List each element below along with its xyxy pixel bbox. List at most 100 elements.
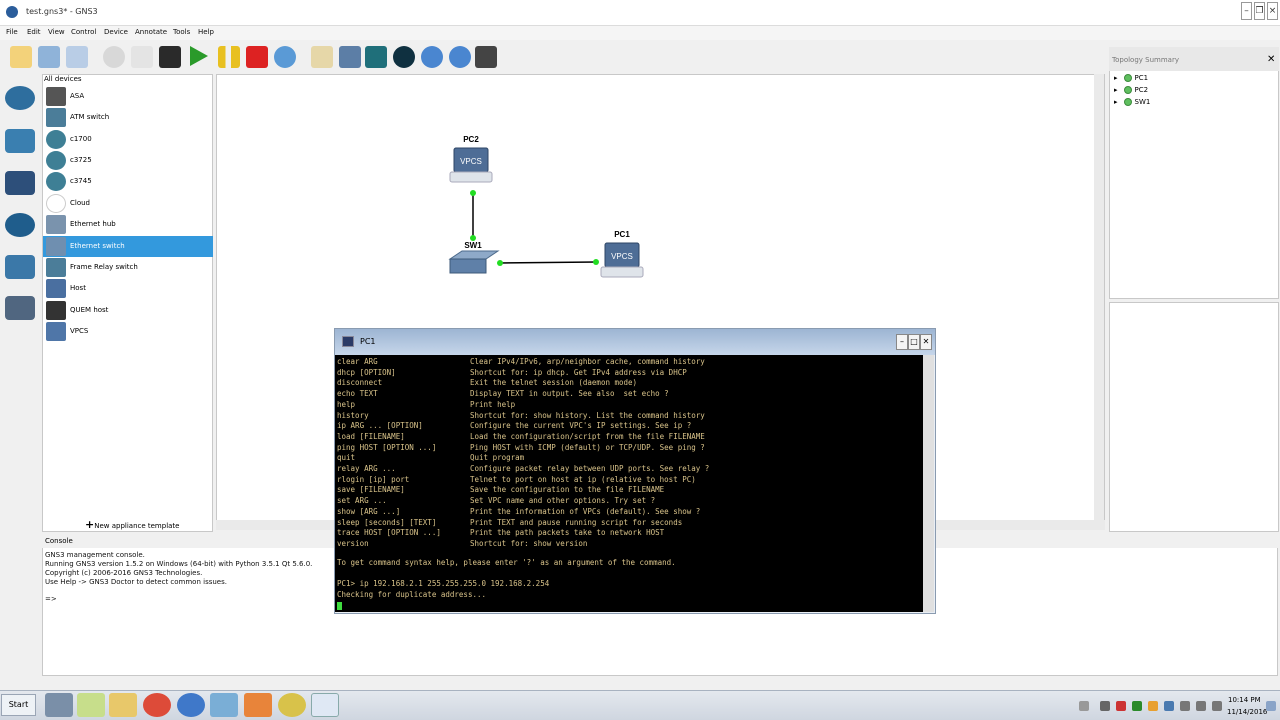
end-devices-icon[interactable] — [5, 171, 35, 195]
terminal-minimize-button[interactable]: – — [896, 334, 908, 350]
topology-item-pc2[interactable]: ▸ PC2 — [1114, 86, 1148, 94]
network-icon[interactable] — [177, 693, 205, 717]
device-quem-host[interactable]: QUEM host — [43, 300, 213, 321]
menu-edit[interactable]: Edit — [27, 28, 41, 36]
cloud-icon — [46, 194, 66, 213]
insert-picture-icon[interactable] — [339, 46, 361, 68]
draw-ellipse-icon[interactable] — [393, 46, 415, 68]
tray-icon[interactable] — [1132, 701, 1142, 711]
topology-item-pc1[interactable]: ▸ PC1 — [1114, 74, 1148, 82]
start-button[interactable]: Start — [1, 694, 36, 716]
new-appliance-button[interactable]: +New appliance template — [85, 518, 179, 531]
device-asa[interactable]: ASA — [43, 86, 213, 107]
suspend-all-icon[interactable] — [218, 46, 240, 68]
putty-taskbar-icon[interactable] — [311, 693, 339, 717]
tray-icon[interactable] — [1164, 701, 1174, 711]
switches-icon[interactable] — [5, 129, 35, 153]
zoom-in-icon[interactable] — [421, 46, 443, 68]
node-sw1[interactable]: SW1 — [448, 241, 500, 274]
add-note-icon[interactable] — [311, 46, 333, 68]
close-button[interactable]: × — [1267, 2, 1278, 20]
menu-view[interactable]: View — [48, 28, 65, 36]
menu-file[interactable]: File — [6, 28, 18, 36]
computer-icon[interactable] — [45, 693, 73, 717]
terminal-command-description: Set VPC name and other options. Try set … — [470, 496, 656, 506]
chrome-icon[interactable] — [143, 693, 171, 717]
tray-icon[interactable] — [1079, 701, 1089, 711]
volume-icon[interactable] — [1196, 701, 1206, 711]
show-desktop-icon[interactable] — [1266, 701, 1276, 711]
menu-help[interactable]: Help — [198, 28, 214, 36]
canvas-vertical-scrollbar[interactable] — [1094, 74, 1104, 524]
link-sw1-pc1[interactable] — [499, 261, 598, 264]
device-atm-switch[interactable]: ATM switch — [43, 107, 213, 128]
tray-icon[interactable] — [1100, 701, 1110, 711]
device-ethernet-switch[interactable]: Ethernet switch — [43, 236, 213, 257]
save-project-icon[interactable] — [66, 46, 88, 68]
tool-icon[interactable] — [244, 693, 272, 717]
add-link-icon[interactable] — [5, 296, 35, 320]
terminal-command: echo TEXT — [337, 389, 378, 399]
terminal-command-description: Ping HOST with ICMP (default) or TCP/UDP… — [470, 442, 705, 452]
snapshot-icon[interactable] — [103, 46, 125, 68]
expand-arrow-icon[interactable]: ▸ — [1114, 98, 1118, 106]
menu-device[interactable]: Device — [104, 28, 128, 36]
network-status-icon[interactable] — [1212, 701, 1222, 711]
app-icon[interactable] — [278, 693, 306, 717]
expand-arrow-icon[interactable]: ▸ — [1114, 74, 1118, 82]
start-all-icon[interactable] — [190, 46, 208, 66]
tray-icon[interactable] — [1116, 701, 1126, 711]
devices-panel: ASA ATM switch c1700 c3725 c3745 Cloud E… — [42, 74, 213, 532]
frame-relay-icon — [46, 258, 66, 277]
new-project-icon[interactable] — [10, 46, 32, 68]
clock-date[interactable]: 11/14/2016 — [1227, 708, 1267, 716]
terminal-close-button[interactable]: ✕ — [920, 334, 932, 350]
screenshot-icon[interactable] — [475, 46, 497, 68]
device-c1700[interactable]: c1700 — [43, 129, 213, 150]
menu-annotate[interactable]: Annotate — [135, 28, 167, 36]
draw-rectangle-icon[interactable] — [365, 46, 387, 68]
menu-tools[interactable]: Tools — [173, 28, 190, 36]
restore-button[interactable]: ❐ — [1254, 2, 1265, 20]
all-devices-icon[interactable] — [5, 255, 35, 279]
device-frame-relay-switch[interactable]: Frame Relay switch — [43, 257, 213, 278]
app-icon[interactable] — [77, 693, 105, 717]
terminal-title-bar[interactable] — [335, 329, 935, 355]
terminal-scrollbar[interactable] — [923, 355, 934, 612]
router-icon — [46, 172, 66, 191]
node-pc2[interactable]: VPCS PC2 — [449, 135, 493, 183]
notes-icon[interactable] — [210, 693, 238, 717]
stop-all-icon[interactable] — [246, 46, 268, 68]
clock-time[interactable]: 10:14 PM — [1228, 696, 1261, 704]
switch-icon — [46, 237, 66, 256]
device-ethernet-hub[interactable]: Ethernet hub — [43, 214, 213, 235]
vpcs-base — [449, 171, 493, 183]
explorer-icon[interactable] — [109, 693, 137, 717]
terminal-maximize-button[interactable]: □ — [908, 334, 920, 350]
open-project-icon[interactable] — [38, 46, 60, 68]
device-cloud[interactable]: Cloud — [43, 193, 213, 214]
routers-icon[interactable] — [5, 86, 35, 110]
tray-icon[interactable] — [1180, 701, 1190, 711]
show-interface-labels-icon[interactable] — [131, 46, 153, 68]
device-host[interactable]: Host — [43, 278, 213, 299]
node-pc1[interactable]: VPCS PC1 — [600, 230, 644, 278]
reload-all-icon[interactable] — [274, 46, 296, 68]
tray-icon[interactable] — [1148, 701, 1158, 711]
device-c3725[interactable]: c3725 — [43, 150, 213, 171]
close-icon[interactable]: ✕ — [1267, 54, 1275, 65]
zoom-out-icon[interactable] — [449, 46, 471, 68]
terminal-command-description: Print the information of VPCs (default).… — [470, 506, 701, 516]
topology-summary-title: Topology Summary — [1112, 56, 1179, 64]
pc1-icon-text: VPCS — [611, 252, 633, 261]
terminal-command-description: Shortcut for: ip dhcp. Get IPv4 address … — [470, 367, 687, 377]
security-devices-icon[interactable] — [5, 213, 35, 237]
topology-item-sw1[interactable]: ▸ SW1 — [1114, 98, 1150, 106]
device-vpcs[interactable]: VPCS — [43, 321, 213, 342]
menu-control[interactable]: Control — [71, 28, 96, 36]
console-all-icon[interactable] — [159, 46, 181, 68]
expand-arrow-icon[interactable]: ▸ — [1114, 86, 1118, 94]
minimize-button[interactable]: – — [1241, 2, 1252, 20]
device-c3745[interactable]: c3745 — [43, 171, 213, 192]
console-title: Console — [45, 537, 73, 545]
